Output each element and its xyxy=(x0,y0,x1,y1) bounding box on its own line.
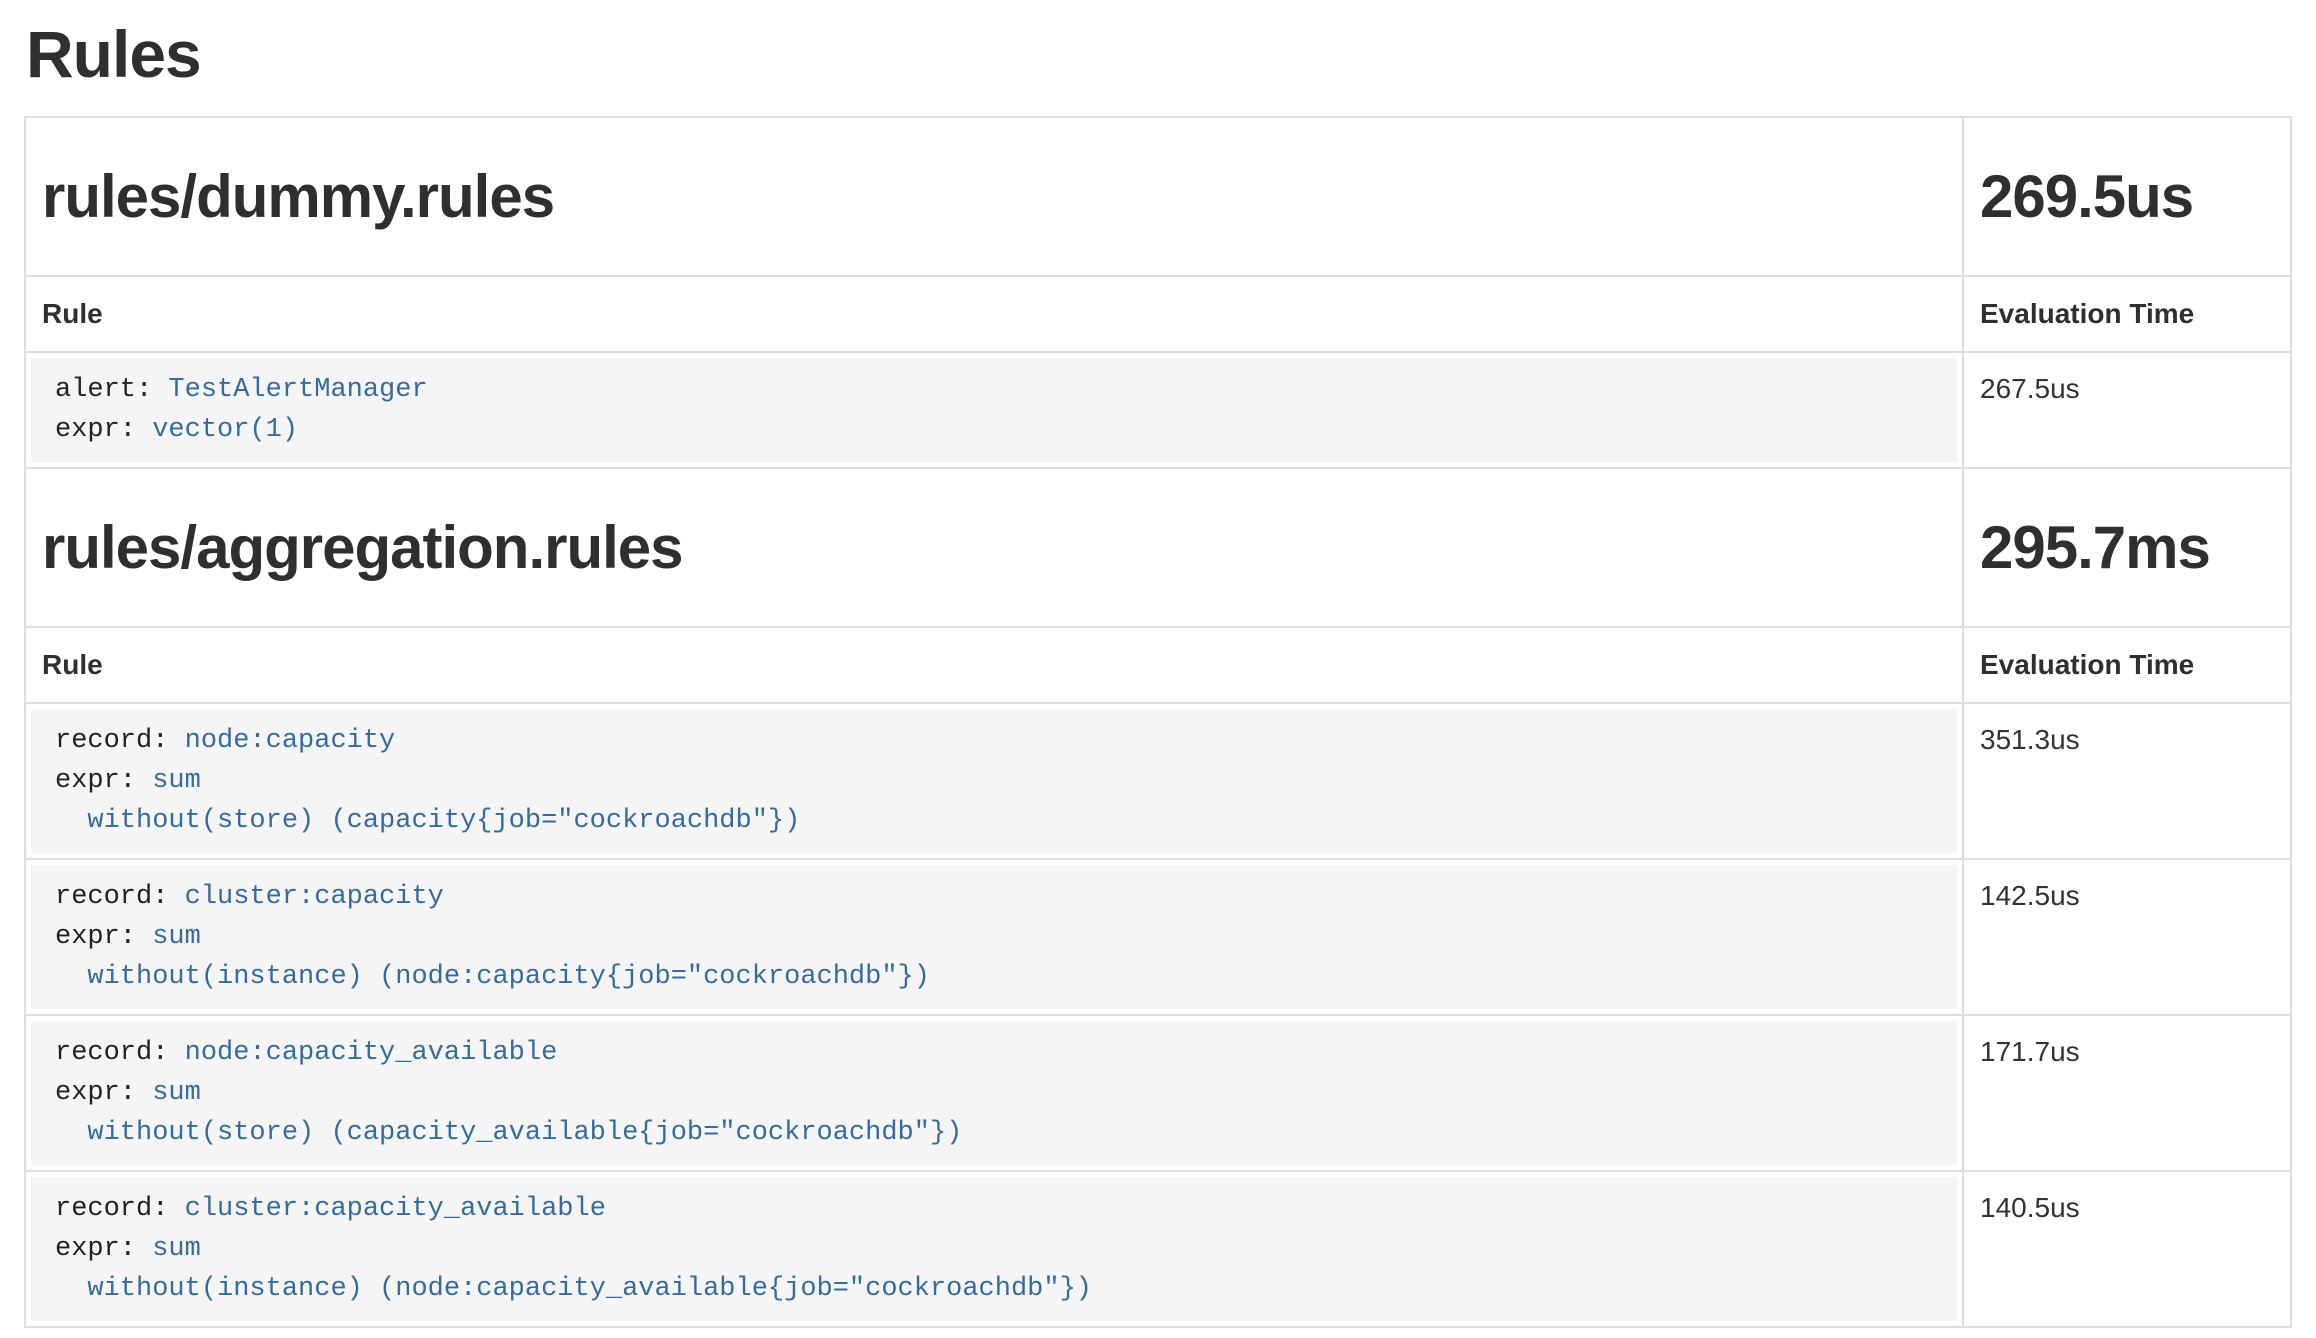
rules-table-body: rules/dummy.rules 269.5us Rule Evaluatio… xyxy=(25,117,2291,1327)
rule-text: alert: TestAlertManager expr: vector(1) xyxy=(31,358,1957,462)
rule-cell: alert: TestAlertManager expr: vector(1) xyxy=(25,352,1963,468)
column-header-evaluation-time: Evaluation Time xyxy=(1963,627,2291,703)
rule-expression-link[interactable]: cluster:capacity xyxy=(185,882,444,912)
rule-group-file-cell: rules/aggregation.rules xyxy=(25,468,1963,627)
rule-keyword: expr: xyxy=(55,766,136,796)
rule-expression-link[interactable]: cluster:capacity_available xyxy=(185,1194,606,1224)
rule-cell: record: cluster:capacity_available expr:… xyxy=(25,1171,1963,1327)
rule-row: alert: TestAlertManager expr: vector(1) … xyxy=(25,352,2291,468)
rule-eval-time: 267.5us xyxy=(1963,352,2291,468)
rule-row: record: cluster:capacity expr: sum witho… xyxy=(25,859,2291,1015)
rule-row: record: node:capacity_available expr: su… xyxy=(25,1015,2291,1171)
rule-keyword: expr: xyxy=(55,415,136,445)
rule-expression-link[interactable]: TestAlertManager xyxy=(168,375,427,405)
rule-expression-link[interactable]: sum xyxy=(152,766,201,796)
rule-expression-link[interactable]: without(instance) (node:capacity{job="co… xyxy=(55,962,930,992)
rule-expression-link[interactable]: node:capacity xyxy=(185,726,396,756)
rule-expression-link[interactable]: sum xyxy=(152,922,201,952)
column-header-rule: Rule xyxy=(25,276,1963,352)
rule-cell: record: node:capacity_available expr: su… xyxy=(25,1015,1963,1171)
column-header-rule: Rule xyxy=(25,627,1963,703)
rule-group-eval-time-cell: 295.7ms xyxy=(1963,468,2291,627)
rule-group-eval-time: 269.5us xyxy=(1980,162,2274,231)
rule-keyword: record: xyxy=(55,1194,168,1224)
column-header-evaluation-time: Evaluation Time xyxy=(1963,276,2291,352)
rule-cell: record: node:capacity expr: sum without(… xyxy=(25,703,1963,859)
rule-text: record: node:capacity expr: sum without(… xyxy=(31,709,1957,853)
rule-keyword: record: xyxy=(55,726,168,756)
rule-text: record: node:capacity_available expr: su… xyxy=(31,1021,1957,1165)
rules-page: { "page": { "title": "Rules" }, "colors"… xyxy=(0,16,2316,1338)
rule-group-header-row: rules/dummy.rules 269.5us xyxy=(25,117,2291,276)
rule-eval-time: 351.3us xyxy=(1963,703,2291,859)
column-header-row: Rule Evaluation Time xyxy=(25,627,2291,703)
rule-expression-link[interactable]: without(instance) (node:capacity_availab… xyxy=(55,1274,1092,1304)
rule-group-eval-time: 295.7ms xyxy=(1980,513,2274,582)
column-header-row: Rule Evaluation Time xyxy=(25,276,2291,352)
rule-eval-time: 171.7us xyxy=(1963,1015,2291,1171)
rule-expression-link[interactable]: sum xyxy=(152,1234,201,1264)
rule-eval-time: 142.5us xyxy=(1963,859,2291,1015)
rule-eval-time: 140.5us xyxy=(1963,1171,2291,1327)
rules-table: rules/dummy.rules 269.5us Rule Evaluatio… xyxy=(24,116,2292,1328)
rule-expression-link[interactable]: without(store) (capacity{job="cockroachd… xyxy=(55,806,800,836)
rule-text: record: cluster:capacity expr: sum witho… xyxy=(31,865,1957,1009)
rule-expression-link[interactable]: vector(1) xyxy=(152,415,298,445)
rule-group-file: rules/dummy.rules xyxy=(42,162,1946,231)
rule-keyword: expr: xyxy=(55,922,136,952)
rule-keyword: expr: xyxy=(55,1078,136,1108)
rule-keyword: record: xyxy=(55,882,168,912)
rule-keyword: record: xyxy=(55,1038,168,1068)
rule-expression-link[interactable]: without(store) (capacity_available{job="… xyxy=(55,1118,962,1148)
rule-expression-link[interactable]: node:capacity_available xyxy=(185,1038,558,1068)
rule-group-file: rules/aggregation.rules xyxy=(42,513,1946,582)
rule-expression-link[interactable]: sum xyxy=(152,1078,201,1108)
rule-group-file-cell: rules/dummy.rules xyxy=(25,117,1963,276)
rule-group-header-row: rules/aggregation.rules 295.7ms xyxy=(25,468,2291,627)
rule-group-eval-time-cell: 269.5us xyxy=(1963,117,2291,276)
rule-keyword: alert: xyxy=(55,375,152,405)
page-title: Rules xyxy=(26,16,2292,92)
rule-row: record: node:capacity expr: sum without(… xyxy=(25,703,2291,859)
rule-keyword: expr: xyxy=(55,1234,136,1264)
rule-text: record: cluster:capacity_available expr:… xyxy=(31,1177,1957,1321)
rule-cell: record: cluster:capacity expr: sum witho… xyxy=(25,859,1963,1015)
rule-row: record: cluster:capacity_available expr:… xyxy=(25,1171,2291,1327)
